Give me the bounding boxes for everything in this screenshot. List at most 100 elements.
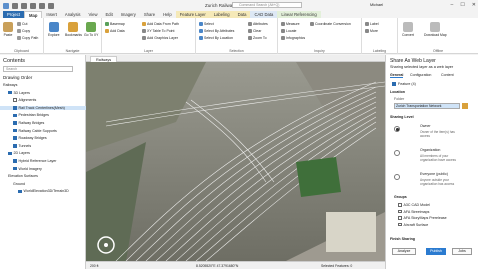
layer-visibility-checkbox[interactable] bbox=[13, 166, 17, 171]
undo-icon[interactable] bbox=[39, 2, 45, 9]
select-by-location-button[interactable]: Select By Location bbox=[199, 36, 233, 40]
layer-visibility-checkbox[interactable] bbox=[13, 128, 17, 133]
group-checkbox[interactable] bbox=[398, 222, 402, 227]
tab-edit[interactable]: Edit bbox=[102, 11, 117, 18]
pane-tab-general[interactable]: General bbox=[390, 73, 404, 78]
maximize-icon[interactable]: ☐ bbox=[460, 2, 464, 8]
add-data-button[interactable]: Add Data bbox=[105, 29, 125, 33]
layer-visibility-checkbox[interactable] bbox=[18, 189, 22, 194]
tab-analysis[interactable]: Analysis bbox=[61, 11, 85, 18]
cut-button[interactable]: Cut bbox=[17, 22, 27, 26]
tab-project[interactable]: Project bbox=[3, 11, 25, 18]
folder-field[interactable]: Zurich Transportation Network bbox=[394, 103, 460, 109]
copy-button[interactable]: Copy bbox=[17, 29, 30, 33]
layer-item[interactable]: Hybrid Reference Layer bbox=[0, 159, 86, 163]
download-map-button[interactable]: Download Map bbox=[424, 22, 447, 37]
select-by-attributes-button[interactable]: Select By Attributes bbox=[199, 29, 234, 33]
tab-cad-data[interactable]: CAD Data bbox=[250, 11, 278, 18]
layer-item[interactable]: Railway Cable Supports bbox=[0, 129, 86, 133]
tab-share[interactable]: Share bbox=[140, 11, 159, 18]
layer-item[interactable]: Alignments bbox=[0, 98, 86, 102]
xy-table-to-point-button[interactable]: XY Table To Point bbox=[142, 29, 174, 33]
infographics-button[interactable]: Infographics bbox=[281, 36, 305, 40]
go-to-xy-button[interactable]: Go To XY bbox=[84, 22, 98, 37]
groups-header[interactable]: Groups bbox=[394, 195, 407, 199]
convert-button[interactable]: Convert bbox=[402, 22, 414, 37]
layer-item[interactable]: Rail Track Centerlines(Mesh) bbox=[0, 105, 86, 110]
tab-view[interactable]: View bbox=[85, 11, 102, 18]
layer-item[interactable]: Pedestrian Bridges bbox=[0, 113, 86, 117]
close-icon[interactable]: ✕ bbox=[472, 2, 476, 8]
attributes-button[interactable]: Attributes bbox=[248, 22, 268, 26]
group-item[interactable]: Aircraft Surface bbox=[398, 223, 428, 227]
scale-field[interactable]: 200 ft bbox=[90, 264, 98, 268]
map-view[interactable]: Railways bbox=[86, 55, 385, 261]
basemap-button[interactable]: Basemap bbox=[105, 22, 125, 26]
publish-button[interactable]: Publish bbox=[426, 248, 446, 255]
tab-insert[interactable]: Insert bbox=[42, 11, 60, 18]
command-search-input[interactable]: Command Search (Alt+Q) bbox=[232, 2, 302, 8]
copy-path-button[interactable]: Copy Path bbox=[17, 36, 38, 40]
layer-visibility-checkbox[interactable] bbox=[13, 121, 17, 125]
group-item[interactable]: AFA StoryMaps Prerelease bbox=[398, 216, 447, 220]
coordinate-conversion-button[interactable]: Coordinate Conversion bbox=[310, 22, 351, 26]
locate-button[interactable]: Locate bbox=[281, 29, 297, 33]
location-header[interactable]: Location bbox=[390, 90, 405, 94]
layer-item[interactable]: Tunnels bbox=[0, 144, 86, 148]
scene-3d[interactable] bbox=[86, 62, 385, 261]
layer-item[interactable]: 3D Layers bbox=[0, 91, 86, 95]
tab-feature-layer[interactable]: Feature Layer bbox=[175, 11, 210, 18]
organization-radio[interactable] bbox=[394, 150, 400, 156]
redo-icon[interactable] bbox=[48, 2, 54, 9]
owner-radio[interactable] bbox=[394, 126, 400, 132]
tab-help[interactable]: Help bbox=[159, 11, 176, 18]
layer-visibility-checkbox[interactable] bbox=[13, 136, 17, 140]
bookmarks-button[interactable]: Bookmarks bbox=[65, 22, 82, 37]
layer-visibility-checkbox[interactable] bbox=[13, 144, 17, 148]
add-data-from-path-button[interactable]: Add Data From Path bbox=[142, 22, 179, 26]
layer-visibility-checkbox[interactable] bbox=[13, 113, 17, 118]
new-project-icon[interactable] bbox=[12, 2, 18, 9]
tab-map[interactable]: Map bbox=[24, 11, 43, 18]
open-project-icon[interactable] bbox=[21, 2, 27, 9]
layer-visibility-checkbox[interactable] bbox=[8, 151, 12, 156]
folder-browse-icon[interactable] bbox=[462, 103, 468, 109]
pane-tab-content[interactable]: Content bbox=[441, 73, 454, 77]
user-name[interactable]: Michael bbox=[370, 3, 383, 7]
pane-tab-configuration[interactable]: Configuration bbox=[410, 73, 431, 77]
minimize-icon[interactable]: – bbox=[451, 2, 454, 8]
jobs-button[interactable]: Jobs bbox=[452, 248, 472, 255]
everyone-radio[interactable] bbox=[394, 174, 400, 180]
tab-imagery[interactable]: Imagery bbox=[117, 11, 140, 18]
group-checkbox[interactable] bbox=[398, 216, 402, 220]
layer-visibility-checkbox[interactable] bbox=[8, 90, 12, 95]
label-button[interactable]: Label bbox=[365, 22, 379, 26]
clear-selection-button[interactable]: Clear bbox=[248, 29, 261, 33]
paste-button[interactable]: Paste bbox=[3, 22, 13, 37]
measure-button[interactable]: Measure bbox=[281, 22, 300, 26]
layer-item[interactable]: World Imagery bbox=[0, 167, 86, 171]
group-item[interactable]: A3C CAD Model bbox=[398, 203, 430, 207]
contents-search-input[interactable]: Search bbox=[3, 66, 73, 72]
layer-item[interactable]: 2D Layers bbox=[0, 151, 86, 155]
feature-layer-checkbox[interactable] bbox=[392, 82, 396, 86]
layer-visibility-checkbox[interactable] bbox=[13, 98, 17, 102]
more-labeling-button[interactable]: More bbox=[365, 29, 378, 33]
layer-item[interactable]: Ground bbox=[0, 182, 86, 186]
select-button[interactable]: Select bbox=[199, 22, 214, 26]
group-item[interactable]: AFA Streetmaps bbox=[398, 210, 429, 214]
group-checkbox[interactable] bbox=[398, 209, 402, 214]
layer-item[interactable]: WorldElevation3D/Terrain3D bbox=[0, 189, 86, 193]
layer-visibility-checkbox[interactable] bbox=[13, 159, 17, 163]
zoom-to-selection-button[interactable]: Zoom To bbox=[248, 36, 267, 40]
layer-item[interactable]: Elevation Surfaces bbox=[0, 174, 86, 178]
tab-labeling[interactable]: Labeling bbox=[209, 11, 234, 18]
add-graphics-layer-button[interactable]: Add Graphics Layer bbox=[142, 36, 178, 40]
layer-visibility-checkbox[interactable] bbox=[13, 106, 17, 110]
explore-button[interactable]: Explore bbox=[48, 22, 60, 37]
group-checkbox[interactable] bbox=[398, 203, 402, 207]
layer-item[interactable]: Railway Bridges bbox=[0, 121, 86, 125]
analyze-button[interactable]: Analyze bbox=[392, 248, 416, 255]
layer-item[interactable]: Railways bbox=[0, 83, 86, 87]
tab-data[interactable]: Data bbox=[233, 11, 251, 18]
